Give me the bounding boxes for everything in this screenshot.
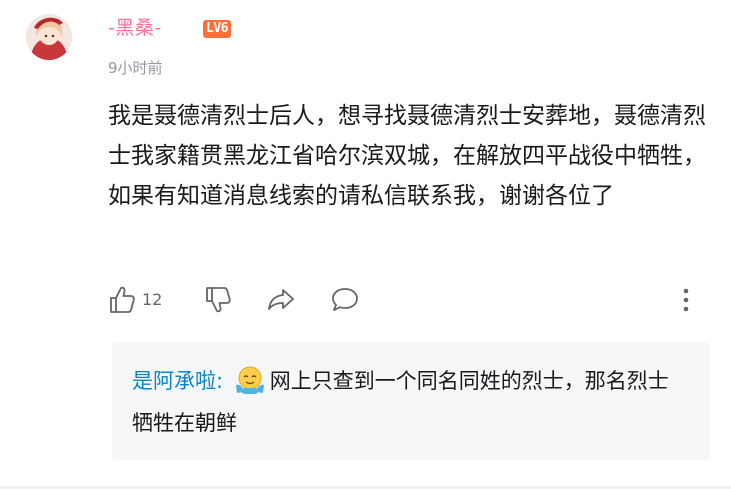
comment-content: 我是聂德清烈士后人，想寻找聂德清烈士安葬地，聂德清烈士我家籍贯黑龙江省哈尔滨双城… bbox=[108, 103, 706, 209]
reply-preview[interactable]: 是阿承啦: 网上只查到一个同名同姓的烈士，那名烈士牺牲在朝鲜 bbox=[112, 342, 710, 460]
comment-action-bar: 12 bbox=[108, 284, 708, 316]
like-count: 12 bbox=[142, 290, 163, 309]
reply-separator: : bbox=[216, 369, 224, 393]
reply-icon bbox=[330, 284, 360, 314]
reply-username[interactable]: 是阿承啦 bbox=[132, 369, 216, 393]
share-button[interactable] bbox=[266, 284, 296, 314]
thumb-up-icon bbox=[108, 285, 136, 315]
like-button[interactable]: 12 bbox=[108, 284, 162, 316]
reply-button[interactable] bbox=[330, 284, 360, 314]
reply-line: 是阿承啦: 网上只查到一个同名同姓的烈士，那名烈士牺牲在朝鲜 bbox=[132, 360, 672, 444]
comment-timestamp: 9小时前 bbox=[108, 59, 163, 77]
more-options-button[interactable] bbox=[679, 287, 693, 319]
hug-emoji-icon bbox=[234, 365, 266, 395]
dislike-button[interactable] bbox=[204, 284, 232, 314]
comment-username[interactable]: -黑桑- bbox=[108, 16, 162, 40]
avatar[interactable] bbox=[26, 14, 72, 60]
share-icon bbox=[266, 284, 296, 314]
thumb-down-icon bbox=[204, 284, 232, 314]
level-badge: LV6 bbox=[203, 20, 231, 38]
more-icon bbox=[679, 288, 693, 319]
